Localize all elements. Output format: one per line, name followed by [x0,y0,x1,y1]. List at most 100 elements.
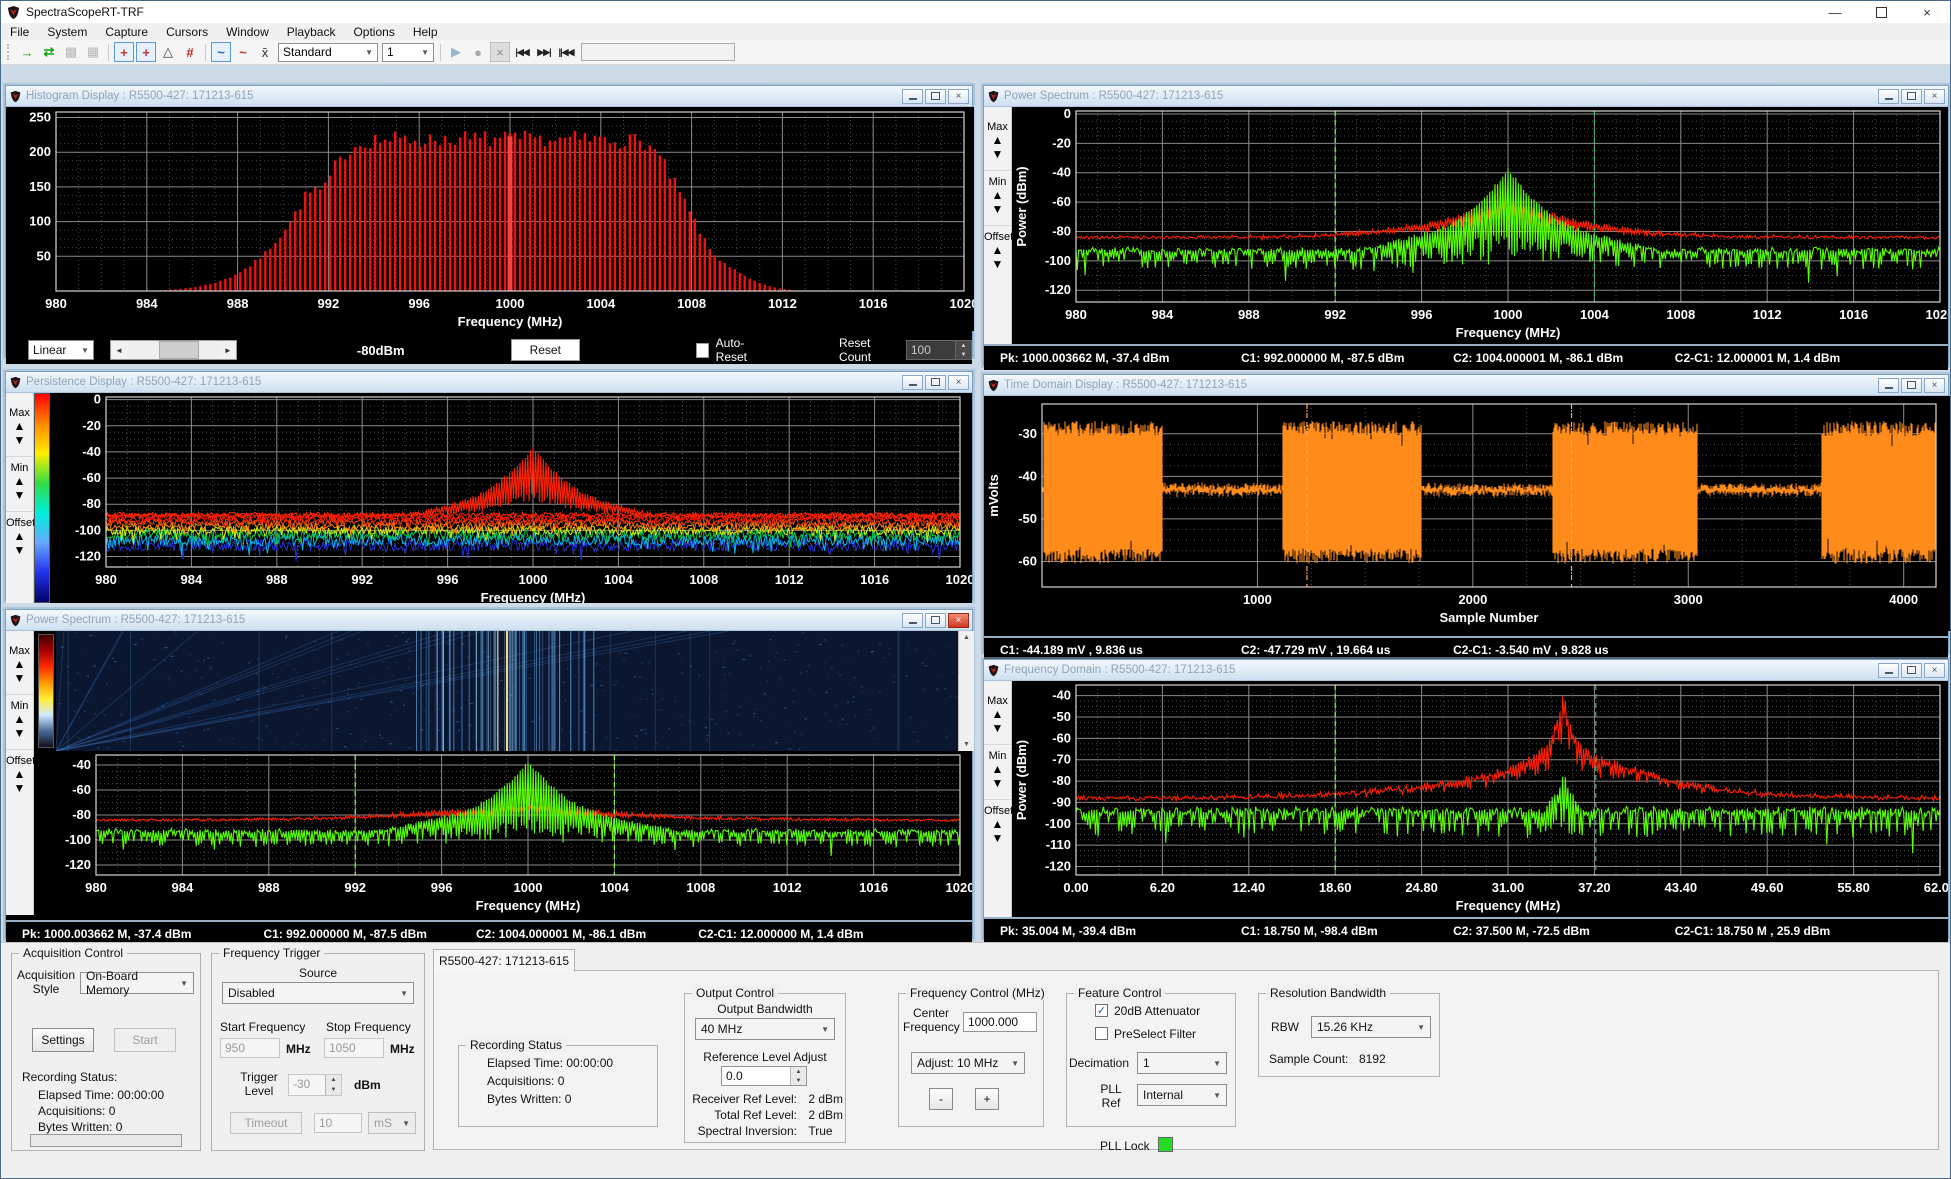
menu-cursors[interactable]: Cursors [157,25,217,39]
panel-maximize-button[interactable] [925,375,946,390]
frequency-domain-titlebar[interactable]: Frequency Domain : R5500-427: 171213-615… [984,660,1948,681]
preselect-checkbox[interactable] [1095,1027,1108,1040]
record-button[interactable]: ● [468,42,488,62]
panel-maximize-button[interactable] [1901,378,1922,393]
min-down-button[interactable]: ▼ [14,726,26,740]
trigger-level-spinner[interactable]: -30 ▲▼ [288,1074,342,1096]
channel-combo[interactable]: 1 ▼ [382,43,434,62]
offset-down-button[interactable]: ▼ [14,781,26,795]
timeout-unit-combo[interactable]: mS ▼ [368,1112,416,1134]
attenuator-checkbox[interactable]: ✓ [1095,1004,1108,1017]
panel-minimize-button[interactable] [902,613,923,628]
power-spectrum-titlebar[interactable]: Power Spectrum : R5500-427: 171213-615 × [6,610,972,631]
panel-close-button[interactable]: × [948,613,969,628]
offset-down-button[interactable]: ▼ [14,543,26,557]
frequency-increment-button[interactable]: + [975,1088,999,1110]
min-down-button[interactable]: ▼ [992,202,1004,216]
max-down-button[interactable]: ▼ [14,433,26,447]
max-down-button[interactable]: ▼ [992,147,1004,161]
rbw-combo[interactable]: 15.26 KHz ▼ [1311,1016,1431,1038]
spin-down-icon[interactable]: ▼ [791,1076,806,1085]
panel-close-button[interactable]: × [1924,378,1945,393]
min-up-button[interactable]: ▲ [992,188,1004,202]
histogram-scrollbar[interactable]: ◄ ► [110,340,237,360]
histogram-mode-combo[interactable]: Linear ▼ [28,340,94,360]
cursor-toggle-2[interactable]: + [136,42,156,62]
start-button[interactable]: Start [114,1028,176,1052]
offset-up-button[interactable]: ▲ [992,817,1004,831]
max-up-button[interactable]: ▲ [14,419,26,433]
stop-frequency-field[interactable]: 1050 [324,1038,384,1058]
min-up-button[interactable]: ▲ [992,762,1004,776]
max-down-button[interactable]: ▼ [992,721,1004,735]
waterfall-scrollbar[interactable]: ▲ ▼ [958,631,974,751]
trace-toggle-1[interactable]: ~ [211,42,231,62]
skip-start-button[interactable]: |◀◀ [512,42,532,62]
center-frequency-field[interactable]: 1000.000 [963,1012,1037,1032]
panel-minimize-button[interactable] [1878,663,1899,678]
spin-down-icon[interactable]: ▼ [956,350,971,359]
run-button[interactable]: → [17,42,37,62]
panel-close-button[interactable]: × [1924,663,1945,678]
spin-up-icon[interactable]: ▲ [326,1075,341,1085]
min-up-button[interactable]: ▲ [14,474,26,488]
histogram-titlebar[interactable]: Histogram Display : R5500-427: 171213-61… [6,86,972,107]
snapshot-button-disabled[interactable]: ▩ [61,42,81,62]
max-up-button[interactable]: ▲ [992,133,1004,147]
auto-reset-checkbox[interactable] [696,343,709,358]
menu-playback[interactable]: Playback [278,25,345,39]
trace-toggle-2[interactable]: ~ [233,42,253,62]
reference-level-spinner[interactable]: 0.0 ▲▼ [721,1066,807,1086]
panel-maximize-button[interactable] [925,613,946,628]
menu-options[interactable]: Options [344,25,403,39]
min-down-button[interactable]: ▼ [992,776,1004,790]
scrollbar-thumb[interactable] [159,341,199,359]
scroll-up-icon[interactable]: ▲ [963,631,970,644]
menu-file[interactable]: File [1,25,38,39]
min-down-button[interactable]: ▼ [14,488,26,502]
min-up-button[interactable]: ▲ [14,712,26,726]
device-tab[interactable]: R5500-427: 171213-615 [433,949,575,972]
offset-down-button[interactable]: ▼ [992,831,1004,845]
panel-close-button[interactable]: × [948,375,969,390]
adjust-step-combo[interactable]: Adjust: 10 MHz ▼ [911,1052,1025,1074]
power-spectrum-titlebar[interactable]: Power Spectrum : R5500-427: 171213-615 × [984,86,1948,107]
settings-button[interactable]: Settings [32,1028,94,1052]
spin-up-icon[interactable]: ▲ [956,341,971,350]
timeout-value-field[interactable]: 10 [314,1113,362,1133]
reconnect-button[interactable]: ⇄ [39,42,59,62]
minimize-button[interactable]: — [1812,1,1858,23]
scroll-right-icon[interactable]: ► [220,341,236,359]
maximize-button[interactable] [1858,1,1904,23]
position-field[interactable] [581,43,735,61]
frequency-decrement-button[interactable]: - [929,1088,953,1110]
acquisition-style-combo[interactable]: On-Board Memory ▼ [80,972,194,994]
mean-button[interactable]: x̄ [255,42,275,62]
panel-minimize-button[interactable] [1878,89,1899,104]
panel-minimize-button[interactable] [902,375,923,390]
offset-up-button[interactable]: ▲ [14,767,26,781]
max-up-button[interactable]: ▲ [14,657,26,671]
panel-maximize-button[interactable] [1901,89,1922,104]
offset-up-button[interactable]: ▲ [992,243,1004,257]
max-up-button[interactable]: ▲ [992,707,1004,721]
max-down-button[interactable]: ▼ [14,671,26,685]
offset-up-button[interactable]: ▲ [14,529,26,543]
frame-button[interactable]: # [180,42,200,62]
menu-system[interactable]: System [38,25,96,39]
decimation-combo[interactable]: 1 ▼ [1137,1052,1227,1074]
prism-button[interactable]: △ [158,42,178,62]
panel-close-button[interactable]: × [1924,89,1945,104]
scroll-left-icon[interactable]: ◄ [111,341,127,359]
timeout-button[interactable]: Timeout [230,1112,302,1134]
reset-button[interactable]: Reset [511,339,580,361]
menu-help[interactable]: Help [404,25,447,39]
output-bandwidth-combo[interactable]: 40 MHz ▼ [695,1018,835,1040]
menu-capture[interactable]: Capture [96,25,157,39]
trigger-source-combo[interactable]: Disabled ▼ [222,982,414,1004]
close-button[interactable]: × [1904,1,1950,23]
spin-up-icon[interactable]: ▲ [791,1067,806,1076]
menu-window[interactable]: Window [217,25,278,39]
panel-minimize-button[interactable] [1878,378,1899,393]
panel-maximize-button[interactable] [1901,663,1922,678]
